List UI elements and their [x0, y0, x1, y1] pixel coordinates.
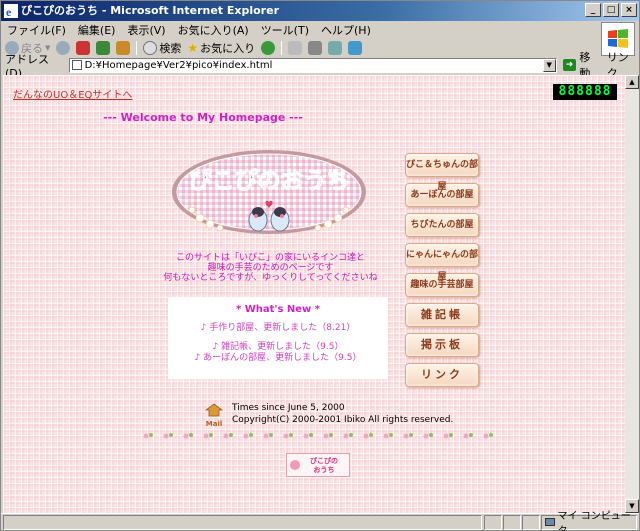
address-dropdown-icon[interactable]: ▼	[542, 58, 556, 72]
go-arrow-icon: ➜	[562, 59, 577, 71]
menu-view[interactable]: 表示(V)	[127, 22, 165, 38]
intro-text: このサイトは「いぴこ」の家にいるインコ達と 趣味の手芸のためのページです 何もな…	[153, 253, 388, 283]
scroll-up-icon[interactable]: ▲	[625, 75, 639, 89]
bottom-logo-line1: ぴこぴの	[310, 456, 338, 465]
mail-link[interactable]: Mail	[203, 403, 225, 428]
messenger-icon[interactable]	[348, 41, 363, 55]
status-bar: マイ コンピュータ	[1, 511, 639, 531]
page-content: だんなのUO＆EQサイトへ 888888 --- Welcome to My H…	[3, 75, 625, 513]
svg-text:♥: ♥	[265, 200, 274, 211]
since-text: Times since June 5, 2000	[232, 403, 345, 413]
zone-label: マイ コンピュータ	[557, 511, 631, 531]
copyright-text: Copyright(C) 2000-2001 Ibiko All rights …	[232, 415, 454, 425]
menu-help[interactable]: ヘルプ(H)	[321, 22, 371, 38]
window-title: ぴこぴのおうち - Microsoft Internet Explorer	[21, 4, 279, 17]
nav-bbs[interactable]: 掲示板	[405, 333, 479, 357]
maximize-button[interactable]: □	[603, 3, 619, 17]
search-label: 検索	[159, 42, 182, 55]
nav-aabon-room[interactable]: あーぼんの部屋	[405, 183, 479, 207]
menu-edit[interactable]: 編集(E)	[78, 22, 116, 38]
whats-new-title: * What's New *	[236, 304, 320, 315]
search-icon	[143, 41, 158, 55]
status-text	[3, 514, 482, 530]
edit-icon[interactable]	[328, 41, 343, 55]
vertical-scrollbar[interactable]: ▲ ▼	[625, 75, 639, 513]
news-item: ♪ 手作り部屋、更新しました（8.21）	[200, 323, 356, 333]
toolbar: 戻る ▼ 検索 ★ お気に入り	[1, 39, 601, 57]
security-zone: マイ コンピュータ	[541, 511, 637, 531]
nav-handicraft-room[interactable]: 趣味の手芸部屋	[405, 273, 479, 297]
news-item: ♪ 雑記帳、更新しました（9.5）	[212, 342, 344, 352]
intro-line: 趣味の手芸のためのページです	[207, 263, 334, 273]
nav-menu: ぴこ＆ちゅんの部屋 あーぼんの部屋 ちびたんの部屋 にゃんにゃんの部屋 趣味の手…	[405, 153, 479, 393]
page-icon	[71, 60, 82, 70]
menu-tools[interactable]: ツール(T)	[261, 22, 309, 38]
nav-links[interactable]: リンク	[405, 363, 479, 387]
mail-icon[interactable]	[288, 41, 303, 55]
toolbar-separator	[136, 41, 138, 55]
logo-title: ぴこぴのおうち	[189, 168, 350, 194]
print-icon[interactable]	[308, 41, 323, 55]
minimize-button[interactable]: _	[585, 3, 601, 17]
close-button[interactable]: ×	[621, 3, 637, 17]
refresh-icon[interactable]	[96, 41, 111, 55]
bottom-logo-banner[interactable]: ぴこぴの おうち	[286, 453, 350, 477]
nav-chibitan-room[interactable]: ちびたんの部屋	[405, 213, 479, 237]
flower-divider	[143, 433, 493, 439]
toolbar-separator	[281, 41, 283, 55]
status-panel	[503, 514, 521, 530]
status-panel	[522, 514, 540, 530]
status-panel	[484, 514, 502, 530]
menu-bar: ファイル(F) 編集(E) 表示(V) お気に入り(A) ツール(T) ヘルプ(…	[1, 21, 639, 39]
nav-nyannyan-room[interactable]: にゃんにゃんの部屋	[405, 243, 479, 282]
nav-diary[interactable]: 雑記帳	[405, 303, 479, 327]
history-icon[interactable]	[261, 41, 276, 55]
menu-file[interactable]: ファイル(F)	[7, 22, 66, 38]
browser-window: e ぴこぴのおうち - Microsoft Internet Explorer …	[0, 0, 640, 531]
mailbox-icon	[204, 403, 224, 417]
uo-eq-site-link[interactable]: だんなのUO＆EQサイトへ	[13, 86, 132, 101]
access-counter: 888888	[553, 84, 617, 100]
favorites-button[interactable]: ★ お気に入り	[187, 40, 255, 56]
nav-pico-chun-room[interactable]: ぴこ＆ちゅんの部屋	[405, 153, 479, 192]
title-bar[interactable]: e ぴこぴのおうち - Microsoft Internet Explorer …	[1, 1, 639, 21]
svg-text:e: e	[6, 5, 12, 18]
star-icon: ★	[187, 41, 199, 55]
intro-line: このサイトは「いぴこ」の家にいるインコ達と	[175, 253, 365, 263]
site-logo: ぴこぴのおうち ♥	[172, 150, 366, 234]
bottom-logo-line2: おうち	[314, 465, 335, 474]
footer: Times since June 5, 2000 Copyright(C) 20…	[232, 402, 453, 426]
welcome-heading: --- Welcome to My Homepage ---	[103, 111, 303, 124]
address-value: D:¥Homepage¥Ver2¥pico¥index.html	[84, 59, 273, 71]
address-input[interactable]: D:¥Homepage¥Ver2¥pico¥index.html ▼	[68, 57, 557, 73]
search-button[interactable]: 検索	[143, 40, 181, 56]
stop-icon[interactable]	[76, 41, 91, 55]
whats-new-box: * What's New * ♪ 手作り部屋、更新しました（8.21） ♪ 雑記…	[168, 297, 388, 379]
home-icon[interactable]	[116, 41, 131, 55]
favorites-label: お気に入り	[200, 42, 256, 55]
ie-icon: e	[4, 4, 18, 18]
mail-label: Mail	[205, 420, 223, 428]
address-bar: アドレス(D) D:¥Homepage¥Ver2¥pico¥index.html…	[1, 51, 639, 80]
menu-favorites[interactable]: お気に入り(A)	[178, 22, 249, 38]
computer-icon	[545, 518, 555, 526]
intro-line: 何もないところですが、ゆっくりしてってくださいね	[163, 273, 378, 283]
news-item: ♪ あーぼんの部屋、更新しました（9.5）	[194, 353, 362, 363]
